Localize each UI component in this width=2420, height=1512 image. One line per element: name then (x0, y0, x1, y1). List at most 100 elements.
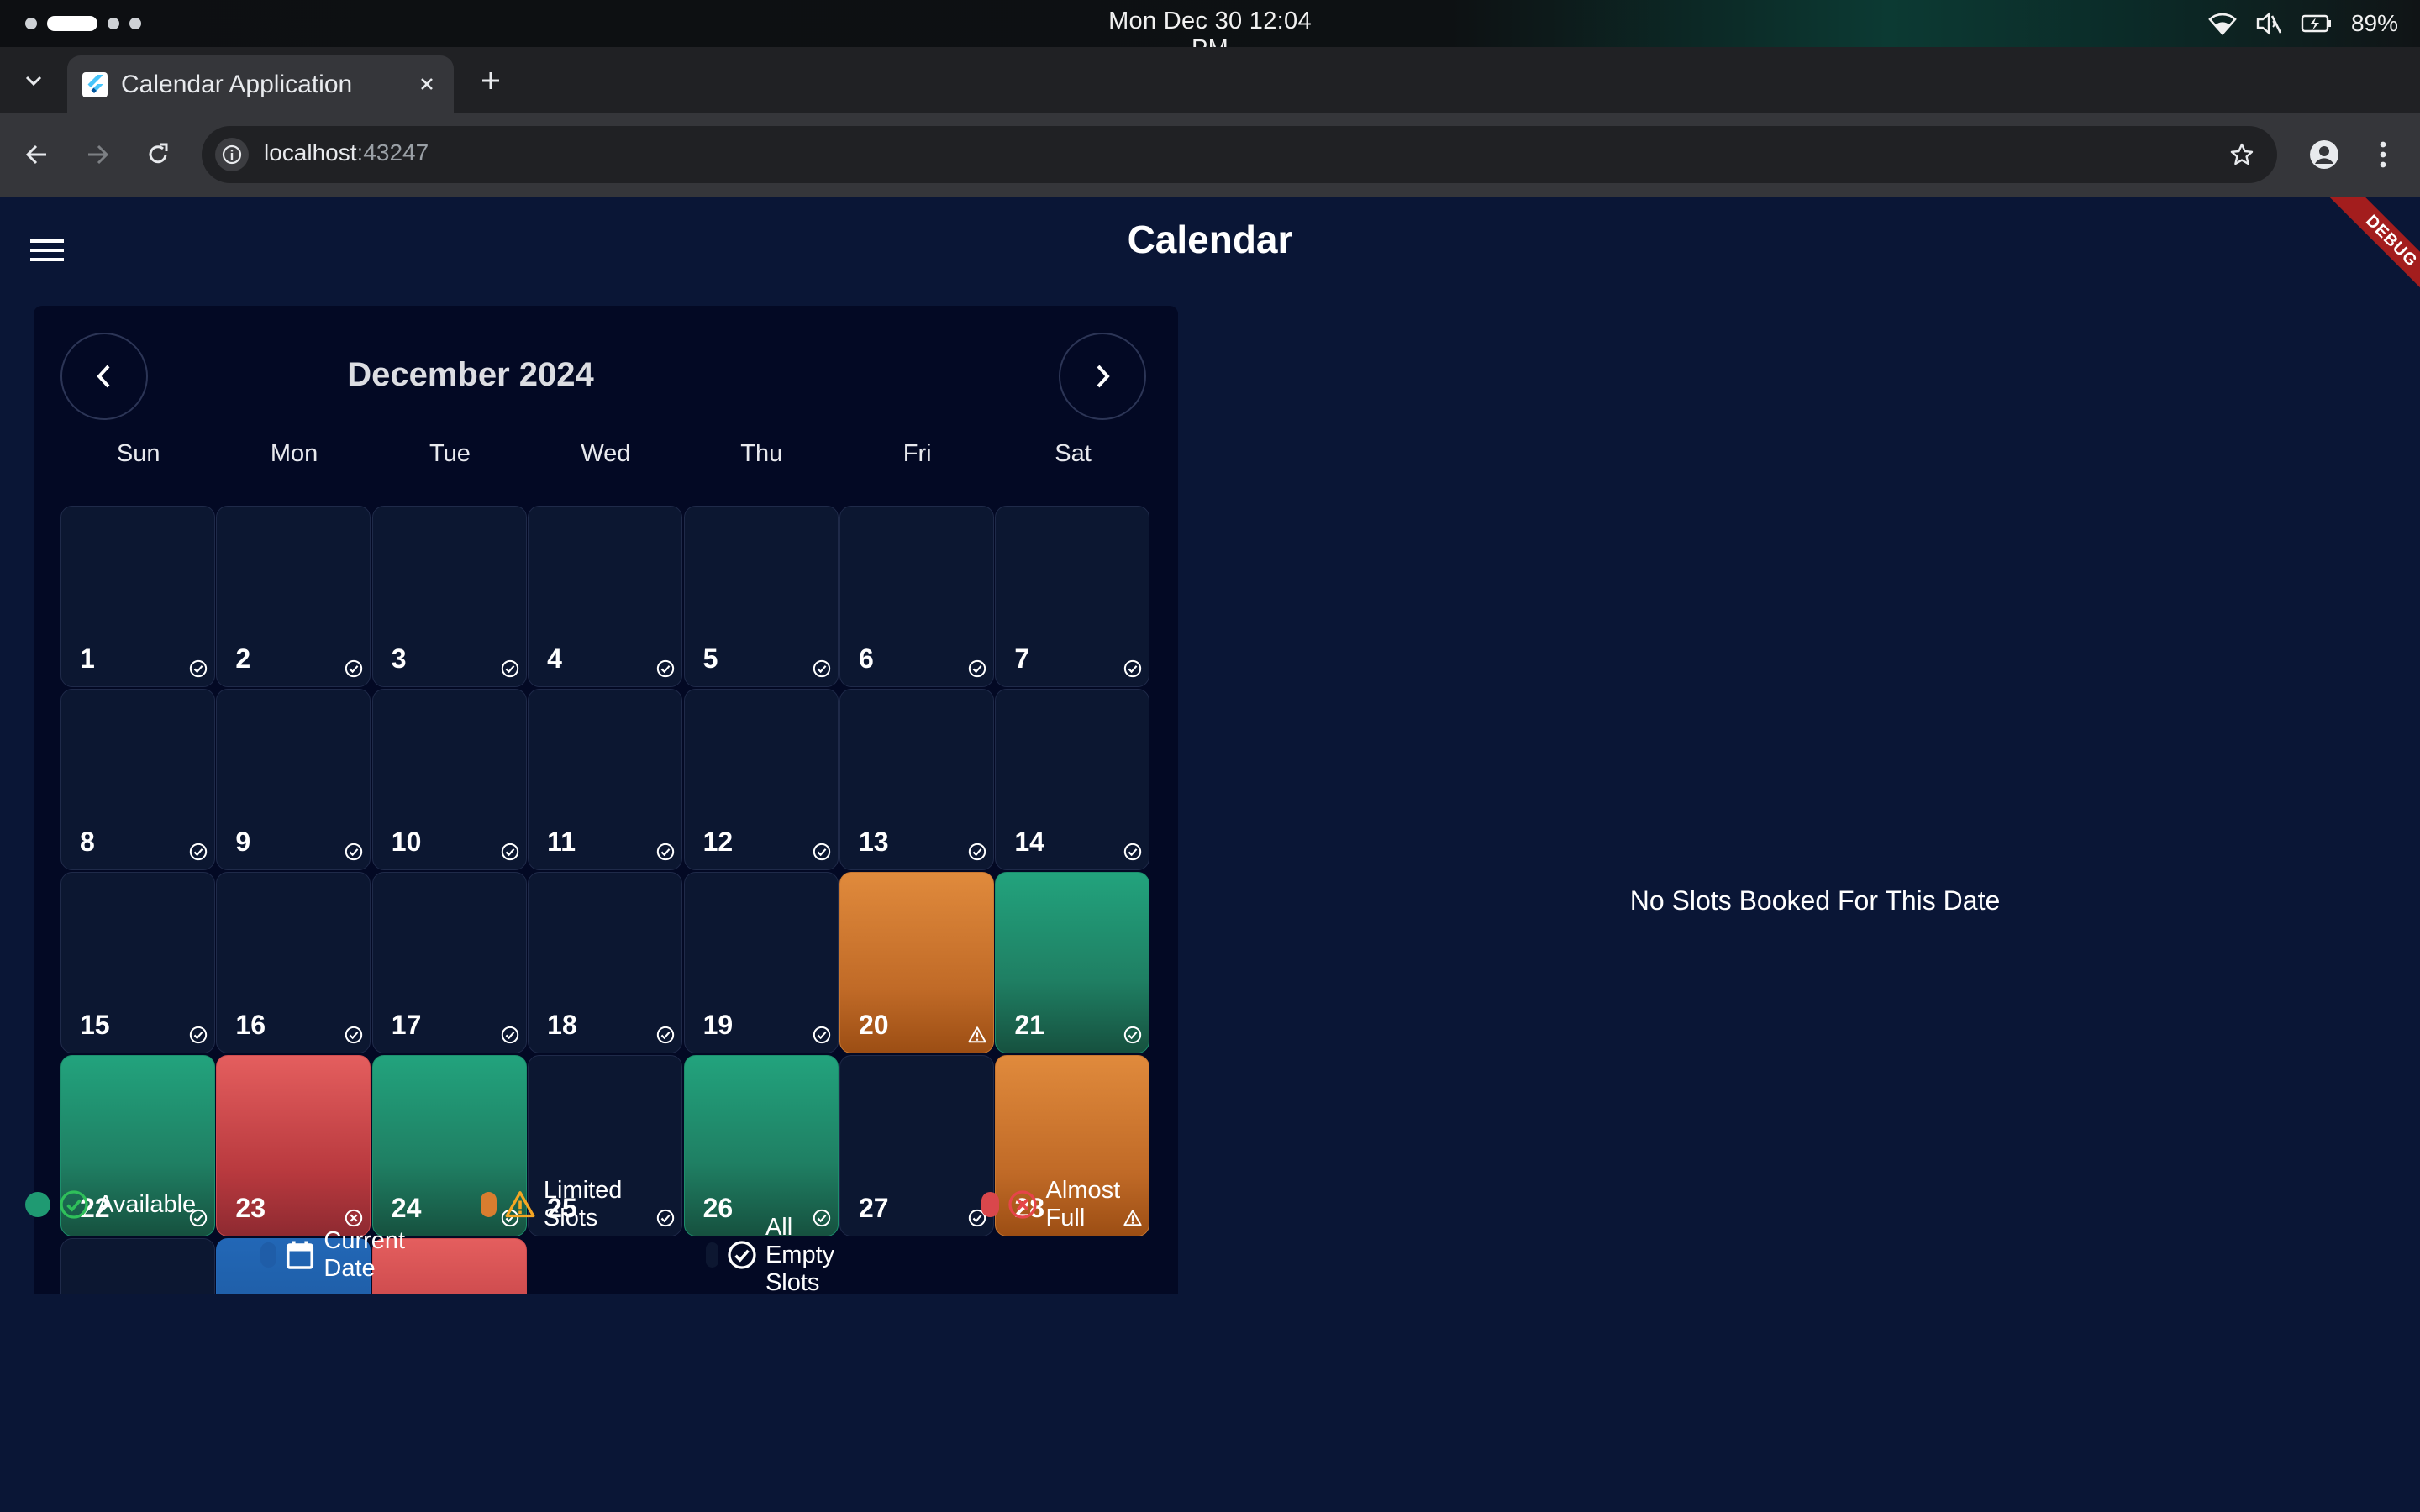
calendar-day-cell[interactable]: 7 (995, 506, 1150, 687)
calendar-day-cell[interactable]: 5 (683, 506, 839, 687)
check-circle-icon (189, 843, 208, 861)
calendar-day-cell[interactable]: 15 (60, 872, 215, 1053)
weekday-label-fri: Fri (902, 440, 932, 467)
profile-avatar-icon (2310, 140, 2338, 169)
profile-button[interactable] (2306, 136, 2343, 173)
day-number: 10 (391, 827, 422, 857)
calendar-day-cell[interactable]: 1 (60, 506, 215, 687)
calendar-icon (285, 1240, 315, 1270)
calendar-day-cell[interactable]: 11 (528, 689, 683, 870)
page-title: Calendar (1127, 218, 1293, 261)
url-text[interactable]: localhost:43247 (264, 139, 429, 166)
calendar-day-cell[interactable]: 17 (371, 872, 527, 1053)
day-number: 2 (235, 643, 251, 674)
day-number: 26 (702, 1193, 734, 1223)
calendar-day-cell[interactable]: 14 (995, 689, 1150, 870)
calendar-day-cell[interactable]: 8 (60, 689, 215, 870)
warning-triangle-icon (505, 1189, 535, 1220)
new-tab-button[interactable] (472, 62, 509, 99)
check-circle-icon (345, 843, 363, 861)
back-button[interactable] (17, 134, 57, 175)
calendar-day-cell[interactable]: 21 (995, 872, 1150, 1053)
previous-month-button[interactable] (60, 333, 148, 420)
legend-item-limited-slots: Limited Slots (481, 1177, 632, 1231)
calendar-day-cell[interactable]: 16 (216, 872, 371, 1053)
forward-button[interactable] (77, 134, 118, 175)
weekday-header-row: Sun Mon Tue Wed Thu Fri Sat (60, 440, 1151, 474)
drawer-menu-button[interactable] (25, 228, 69, 272)
day-number: 27 (858, 1193, 889, 1223)
calendar-day-cell[interactable]: 20 (839, 872, 994, 1053)
weekday-label-sat: Sat (1055, 440, 1092, 467)
workspace-dot[interactable] (108, 18, 119, 29)
calendar-day-cell[interactable]: 26 (683, 1055, 839, 1236)
tab-search-button[interactable] (10, 62, 57, 99)
legend-color-dot (706, 1242, 718, 1268)
month-title: December 2024 (347, 356, 594, 393)
check-circle-icon (727, 1240, 757, 1270)
address-bar[interactable]: localhost:43247 (202, 126, 2277, 183)
day-number: 21 (1014, 1010, 1044, 1040)
calendar-day-cell[interactable]: 27 (839, 1055, 994, 1236)
plus-icon (482, 72, 499, 89)
calendar-day-cell[interactable]: 4 (528, 506, 683, 687)
battery-percent: 89% (2350, 10, 2398, 36)
calendar-day-cell[interactable]: 10 (371, 689, 527, 870)
tab-title: Calendar Application (121, 71, 353, 98)
day-number: 14 (1014, 827, 1044, 857)
reload-button[interactable] (138, 134, 178, 175)
chevron-left-icon (97, 365, 110, 388)
arrow-left-icon (25, 144, 46, 165)
os-status-area[interactable]: 89% (2208, 7, 2398, 40)
day-number: 16 (235, 1010, 266, 1040)
legend-item-all-empty-slots: All Empty Slots (706, 1214, 847, 1296)
day-number: 4 (547, 643, 562, 674)
check-circle-icon (968, 843, 986, 861)
calendar-day-cell[interactable]: 19 (683, 872, 839, 1053)
browser-tab-active[interactable]: Calendar Application (67, 55, 454, 113)
day-number: 12 (702, 827, 734, 857)
day-number: 8 (80, 827, 95, 857)
workspace-dot[interactable] (129, 18, 141, 29)
browser-toolbar: localhost:43247 (0, 113, 2420, 197)
check-circle-icon (59, 1189, 89, 1220)
os-top-bar: Mon Dec 30 12:04 PM 89% (0, 0, 2420, 62)
empty-state-message: No Slots Booked For This Date (1629, 885, 2001, 916)
weekday-label-thu: Thu (740, 440, 783, 467)
legend-label: Available (97, 1190, 197, 1218)
day-number: 3 (391, 643, 407, 674)
battery-charging-icon (2301, 13, 2333, 34)
day-number: 17 (391, 1010, 422, 1040)
weekday-label-mon: Mon (270, 440, 318, 467)
hamburger-menu-icon (30, 239, 64, 261)
close-icon (421, 78, 433, 90)
calendar-day-cell[interactable]: 3 (371, 506, 527, 687)
check-circle-icon (501, 843, 519, 861)
calendar-day-cell[interactable]: 6 (839, 506, 994, 687)
browser-menu-button[interactable] (2368, 136, 2398, 173)
check-circle-icon (1123, 659, 1142, 678)
day-number: 19 (702, 1010, 734, 1040)
calendar-day-cell[interactable]: 12 (683, 689, 839, 870)
day-number: 13 (858, 827, 889, 857)
legend-color-dot (981, 1192, 999, 1217)
workspace-indicator[interactable] (25, 15, 141, 32)
calendar-day-cell[interactable]: 9 (216, 689, 371, 870)
next-month-button[interactable] (1059, 333, 1146, 420)
site-info-button[interactable] (215, 138, 249, 171)
workspace-dot[interactable] (25, 18, 37, 29)
reload-icon (149, 143, 168, 164)
tab-close-button[interactable] (412, 69, 442, 99)
calendar-day-cell[interactable]: 13 (839, 689, 994, 870)
flutter-favicon-icon (82, 72, 108, 97)
calendar-day-cell[interactable] (60, 1238, 215, 1294)
check-circle-icon (1123, 1026, 1142, 1044)
calendar-day-cell[interactable]: 18 (528, 872, 683, 1053)
calendar-day-cell[interactable]: 23 (216, 1055, 371, 1236)
calendar-day-cell[interactable]: 2 (216, 506, 371, 687)
check-circle-icon (501, 1026, 519, 1044)
chevron-right-icon (1097, 365, 1110, 388)
workspace-active-pill[interactable] (47, 16, 97, 31)
bookmark-star-button[interactable] (2225, 138, 2259, 171)
check-circle-icon (656, 1026, 675, 1044)
